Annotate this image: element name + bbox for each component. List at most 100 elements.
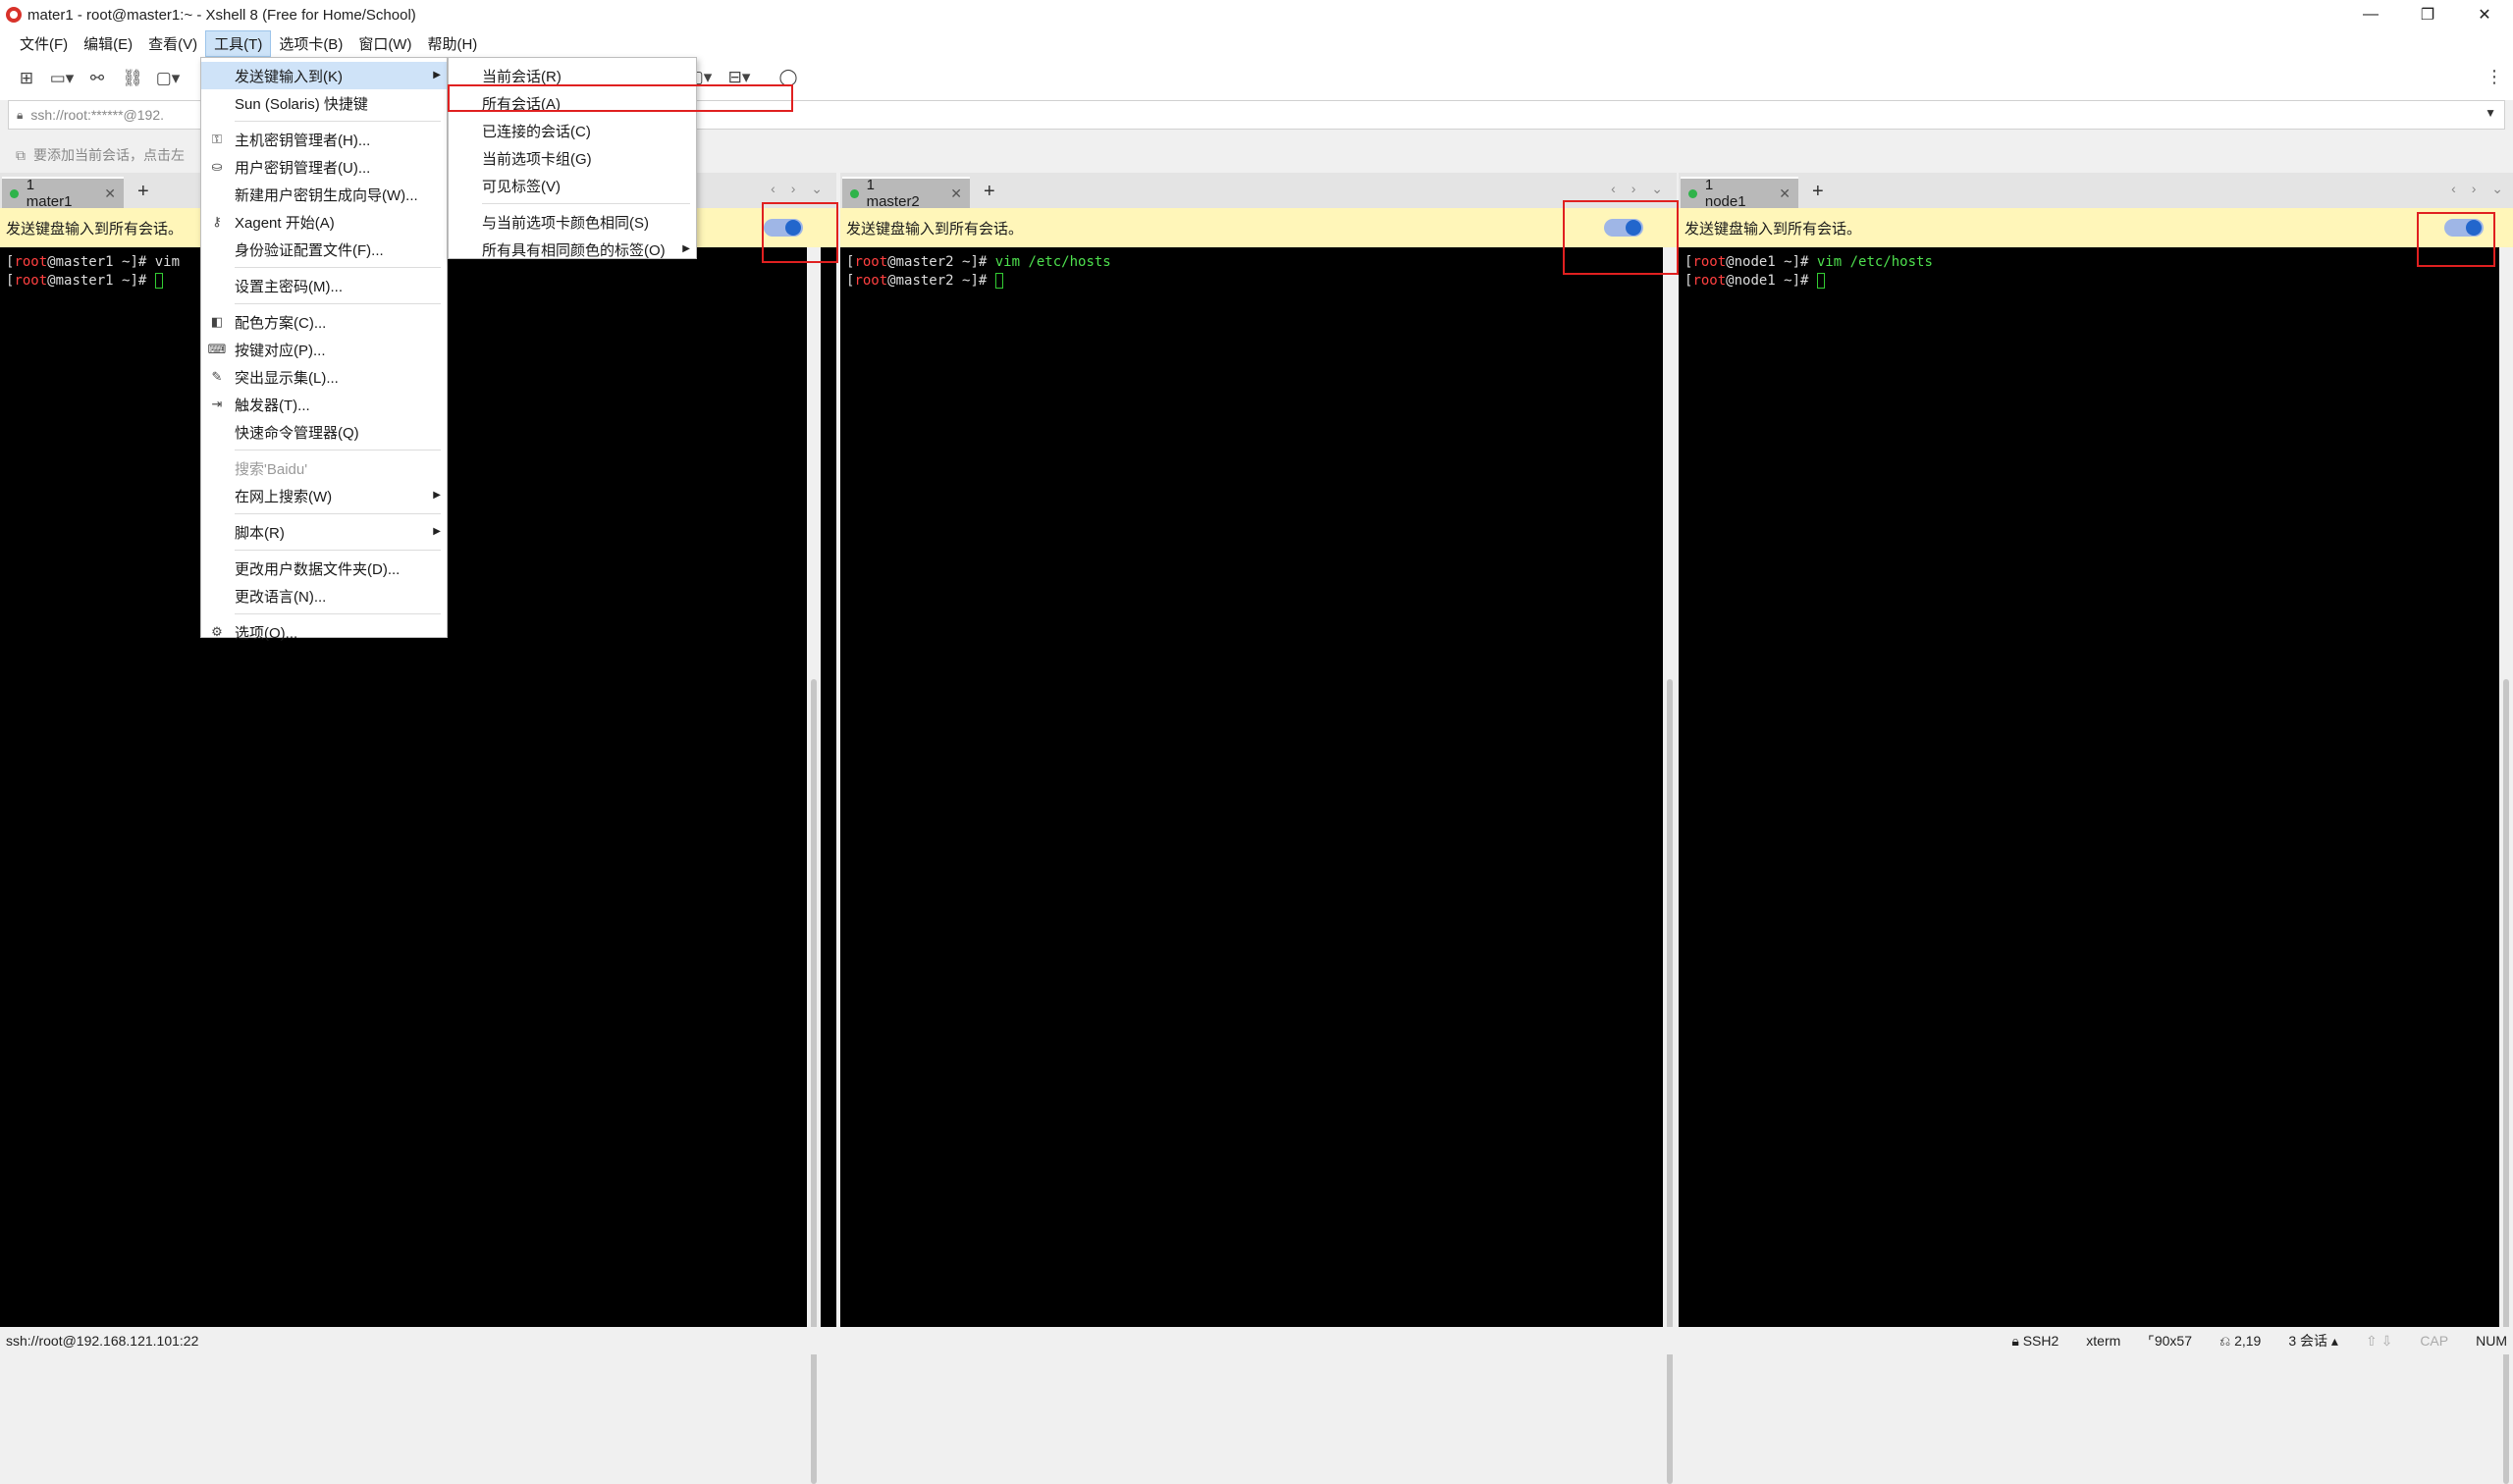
status-connection: ssh://root@192.168.121.101:22 <box>6 1333 199 1349</box>
status-term: xterm <box>2086 1333 2121 1349</box>
key-host-icon: ⚿ <box>212 132 222 146</box>
status-arrows[interactable]: ⇧ ⇩ <box>2366 1333 2392 1350</box>
send-to-all-notice: 发送键盘输入到所有会话。 <box>1679 208 2513 247</box>
highlight-box <box>762 202 838 263</box>
connect-icon[interactable]: ⚯ <box>84 68 110 89</box>
close-tab-icon[interactable]: ✕ <box>950 186 962 202</box>
new-session-icon[interactable]: ⊞ <box>14 68 39 89</box>
menu-scripts[interactable]: 脚本(R) ▶ <box>201 518 447 546</box>
add-tab-icon[interactable]: + <box>984 181 995 203</box>
tab-bar: 1 master2 ✕ + ‹ › ⌄ <box>840 173 1677 210</box>
restore-button[interactable]: ❐ <box>2399 0 2456 29</box>
menu-change-data-folder[interactable]: 更改用户数据文件夹(D)... <box>201 555 447 582</box>
menu-tabs[interactable]: 选项卡(B) <box>271 31 350 56</box>
add-tab-icon[interactable]: + <box>1812 181 1824 203</box>
menu-user-key-manager[interactable]: ⛀ 用户密钥管理者(U)... <box>201 153 447 181</box>
terminal[interactable]: [root@node1 ~]# vim /etc/hosts [root@nod… <box>1679 247 2513 1327</box>
tab-label: 1 node1 <box>1704 177 1746 210</box>
window-title: mater1 - root@master1:~ - Xshell 8 (Free… <box>27 6 416 24</box>
notice-text: 发送键盘输入到所有会话。 <box>1684 220 1862 238</box>
terminal-line: [root@node1 ~]# <box>1684 272 2507 291</box>
submenu-connected-sessions[interactable]: 已连接的会话(C) <box>449 117 696 144</box>
menu-auth-profile[interactable]: 身份验证配置文件(F)... <box>201 236 447 263</box>
session-add-icon: ⧉ <box>16 146 26 163</box>
window-controls: — ❐ ✕ <box>2342 0 2513 29</box>
menu-tools[interactable]: 工具(T) <box>205 29 272 57</box>
menu-color-scheme[interactable]: ◧ 配色方案(C)... <box>201 308 447 336</box>
menu-view[interactable]: 查看(V) <box>140 31 205 56</box>
online-dot-icon <box>850 188 859 198</box>
submenu-same-tab-color[interactable]: 与当前选项卡颜色相同(S) <box>449 208 696 236</box>
submenu-current-tab-group[interactable]: 当前选项卡组(G) <box>449 144 696 172</box>
close-tab-icon[interactable]: ✕ <box>104 186 116 202</box>
terminal-line: [root@master2 ~]# vim /etc/hosts <box>846 254 1111 270</box>
submenu-arrow-icon: ▶ <box>682 243 690 254</box>
notice-text: 发送键盘输入到所有会话。 <box>846 220 1024 238</box>
submenu-arrow-icon: ▶ <box>433 526 441 537</box>
keyboard-icon: ⌨ <box>207 342 227 356</box>
tab-master2[interactable]: 1 master2 ✕ <box>842 177 970 210</box>
add-tab-icon[interactable]: + <box>137 181 149 203</box>
menu-send-keys-to[interactable]: 发送键输入到(K) ▶ <box>201 62 447 89</box>
menu-search-web[interactable]: 在网上搜索(W) ▶ <box>201 482 447 509</box>
menu-file[interactable]: 文件(F) <box>12 31 76 56</box>
status-bar: ssh://root@192.168.121.101:22 🔒︎ SSH2 xt… <box>0 1327 2513 1354</box>
menu-triggers[interactable]: ⇥ 触发器(T)... <box>201 391 447 418</box>
highlight-icon: ✎ <box>211 369 223 384</box>
close-tab-icon[interactable]: ✕ <box>1779 186 1791 202</box>
open-folder-icon[interactable]: ▭▾ <box>49 68 75 89</box>
close-button[interactable]: ✕ <box>2456 0 2513 29</box>
menu-quick-command[interactable]: 快速命令管理器(Q) <box>201 418 447 446</box>
menu-sun-shortcuts[interactable]: Sun (Solaris) 快捷键 <box>201 89 447 117</box>
terminal-cursor <box>1816 273 1825 289</box>
color-scheme-icon: ◧ <box>210 314 224 329</box>
online-dot-icon <box>1688 188 1697 198</box>
chevron-down-icon[interactable]: ▼ <box>2485 106 2496 120</box>
submenu-all-same-color-tabs[interactable]: 所有具有相同颜色的标签(O) ▶ <box>449 236 696 263</box>
submenu-visible-tabs[interactable]: 可见标签(V) <box>449 172 696 199</box>
menu-master-password[interactable]: 设置主密码(M)... <box>201 272 447 299</box>
tab-mater1[interactable]: 1 mater1 ✕ <box>2 177 124 210</box>
tab-nav-icon[interactable]: ‹ › ⌄ <box>1611 181 1669 197</box>
user-key-icon: ⛀ <box>211 159 223 174</box>
menu-window[interactable]: 窗口(W) <box>350 31 419 56</box>
trigger-icon: ⇥ <box>211 397 223 411</box>
pane-node1: 1 node1 ✕ + ‹ › ⌄ 发送键盘输入到所有会话。 [root@nod… <box>1679 173 2513 1484</box>
menu-host-key-manager[interactable]: ⚿ 主机密钥管理者(H)... <box>201 126 447 153</box>
status-position: ⎌ 2,19 <box>2219 1332 2262 1349</box>
menu-change-language[interactable]: 更改语言(N)... <box>201 582 447 610</box>
highlight-box <box>2417 212 2495 267</box>
tab-nav-icon[interactable]: ‹ › ⌄ <box>771 181 829 197</box>
terminal-line: [root@node1 ~]# vim /etc/hosts <box>1684 254 1933 270</box>
menu-key-mapping[interactable]: ⌨ 按键对应(P)... <box>201 336 447 363</box>
menu-options[interactable]: ⚙ 选项(O)... <box>201 618 447 646</box>
status-sessions[interactable]: 3 会话 ▴ <box>2288 1331 2338 1351</box>
notice-text: 发送键盘输入到所有会话。 <box>6 220 184 238</box>
terminal[interactable]: [root@master2 ~]# vim /etc/hosts [root@m… <box>840 247 1677 1327</box>
tab-node1[interactable]: 1 node1 ✕ <box>1681 177 1798 210</box>
menu-edit[interactable]: 编辑(E) <box>76 31 140 56</box>
xshell-logo-icon <box>6 7 22 23</box>
highlight-box <box>448 84 793 112</box>
scrollbar[interactable] <box>2499 247 2513 1484</box>
minimize-button[interactable]: — <box>2342 0 2399 29</box>
terminal-cursor <box>994 273 1003 289</box>
menu-help[interactable]: 帮助(H) <box>419 31 485 56</box>
disconnect-icon[interactable]: ⛓ <box>120 68 145 89</box>
submenu-arrow-icon: ▶ <box>433 490 441 501</box>
tab-label: 1 mater1 <box>26 177 73 210</box>
scrollbar[interactable] <box>807 247 821 1484</box>
tab-nav-icon[interactable]: ‹ › ⌄ <box>2451 181 2509 197</box>
more-icon[interactable]: ⋮ <box>2486 67 2503 87</box>
title-bar: mater1 - root@master1:~ - Xshell 8 (Free… <box>0 0 2513 29</box>
menu-xagent-start[interactable]: ⚷ Xagent 开始(A) <box>201 208 447 236</box>
menu-new-key-wizard[interactable]: 新建用户密钥生成向导(W)... <box>201 181 447 208</box>
menu-search-baidu: 搜索'Baidu' <box>235 460 308 478</box>
scrollbar[interactable] <box>1663 247 1677 1484</box>
menu-highlight-sets[interactable]: ✎ 突出显示集(L)... <box>201 363 447 391</box>
address-text: ssh://root:******@192. <box>30 107 165 123</box>
new-window-icon[interactable]: ▢▾ <box>155 68 181 89</box>
tab-bar: 1 node1 ✕ + ‹ › ⌄ <box>1679 173 2513 210</box>
menu-bar: 文件(F) 编辑(E) 查看(V) 工具(T) 选项卡(B) 窗口(W) 帮助(… <box>0 29 2513 57</box>
status-size: ⌜90x57 <box>2148 1332 2192 1349</box>
